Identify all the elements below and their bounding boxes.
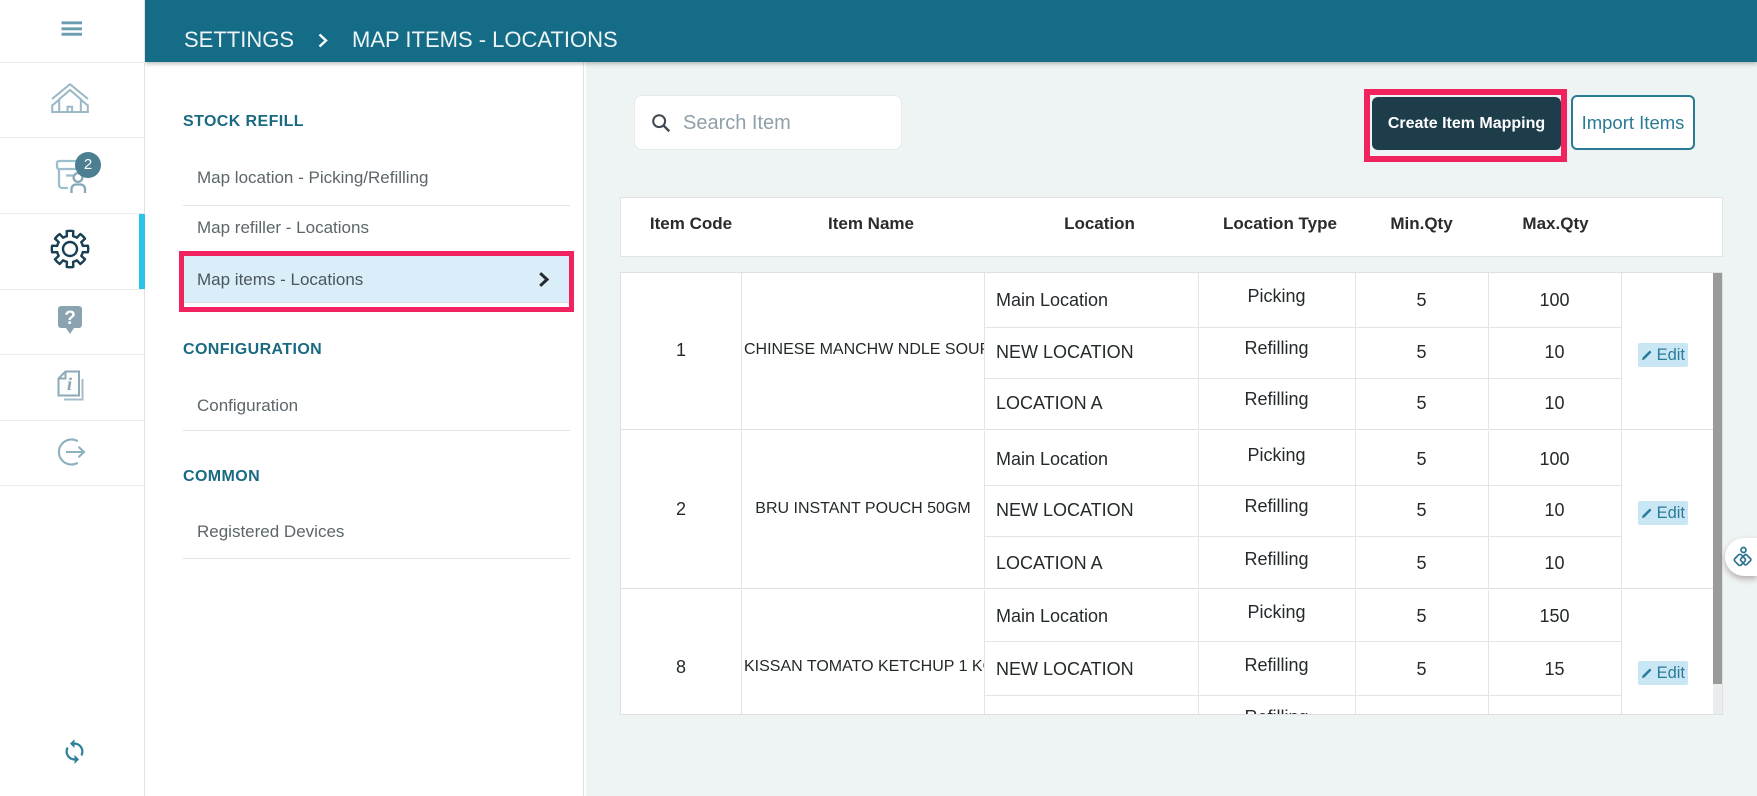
svg-text:i: i: [67, 374, 72, 394]
svg-text:?: ?: [64, 308, 76, 329]
